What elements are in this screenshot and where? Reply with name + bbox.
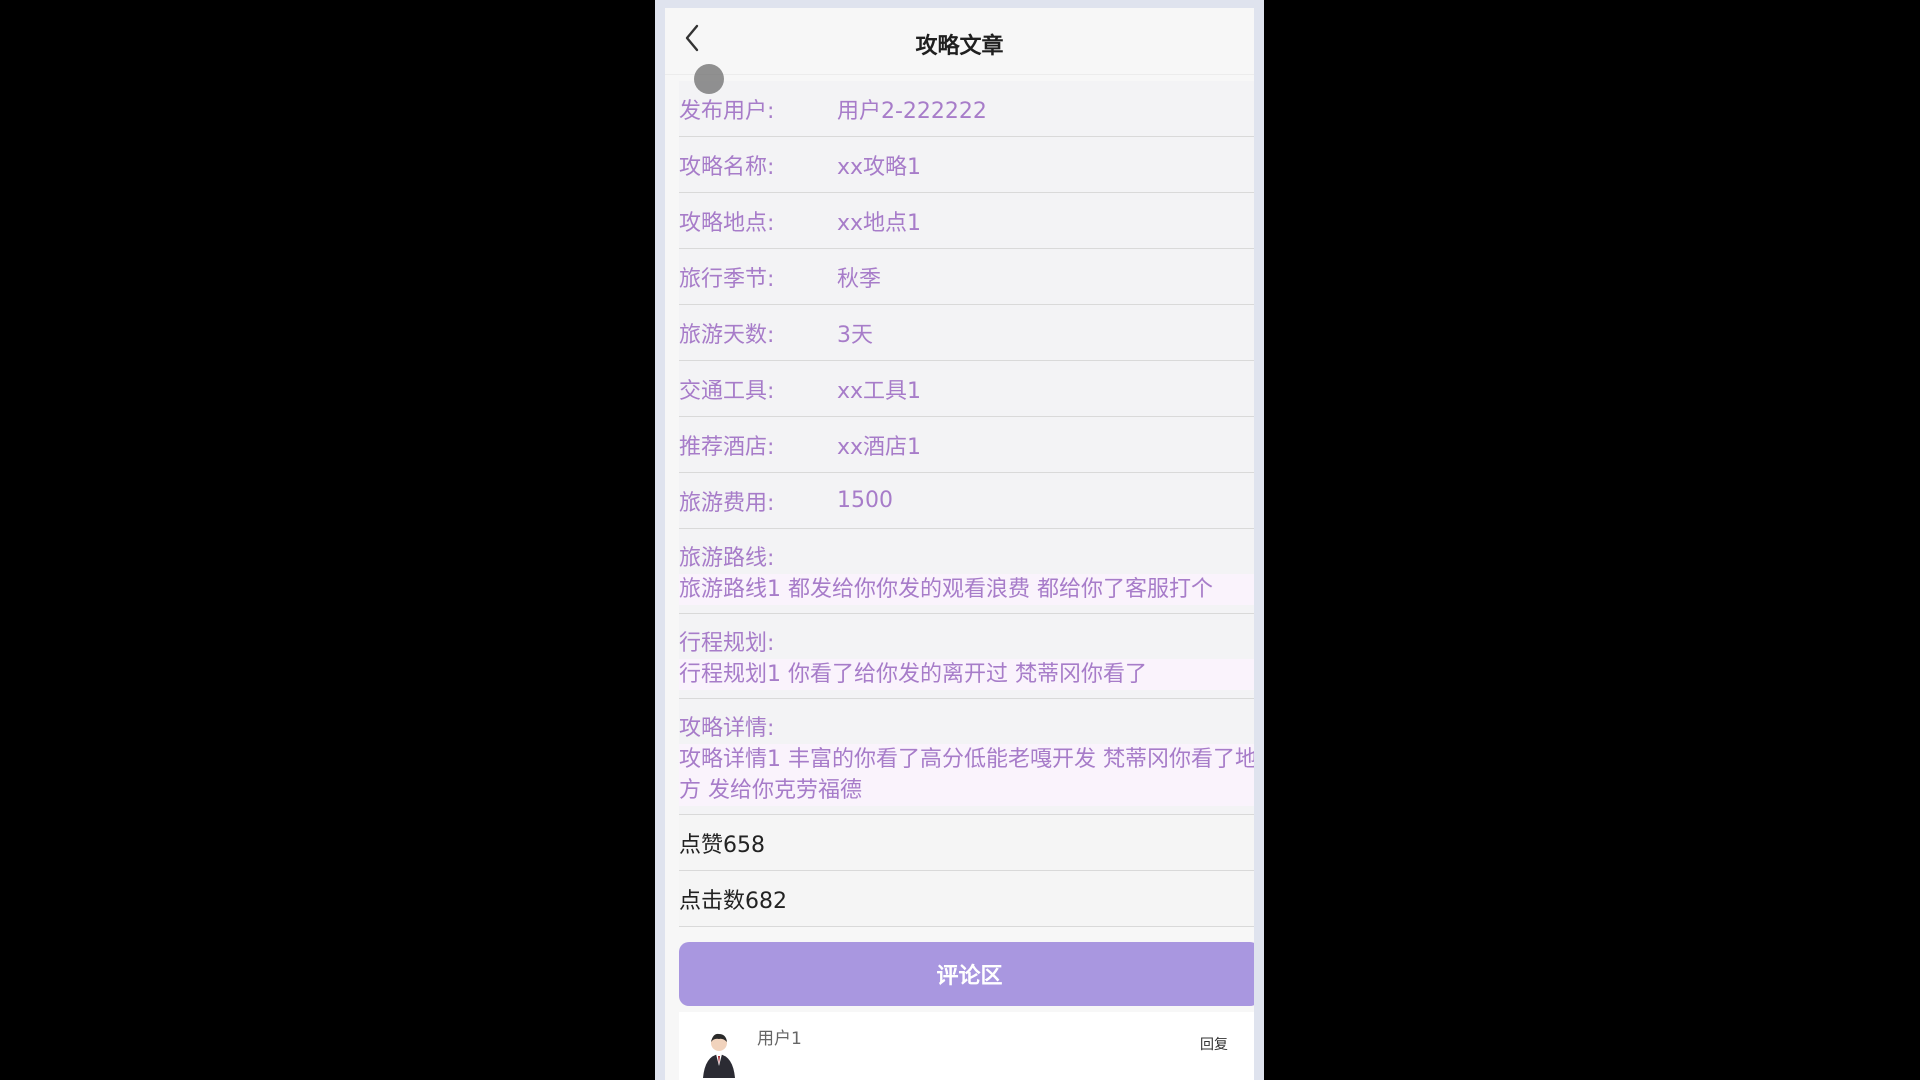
field-value: xx地点1 — [837, 210, 922, 236]
like-count[interactable]: 点赞658 — [679, 815, 1254, 871]
field-row-season: 旅行季节: 秋季 — [679, 249, 1254, 305]
click-count: 点击数682 — [679, 871, 1254, 927]
reply-button[interactable]: 回复 — [1200, 1034, 1228, 1054]
field-value: 用户2-222222 — [837, 98, 987, 124]
field-value: 行程规划1 你看了给你发的离开过 梵蒂冈你看了 — [679, 659, 1254, 690]
field-row-transport: 交通工具: xx工具1 — [679, 361, 1254, 417]
field-label: 发布用户: — [679, 98, 775, 124]
field-value: 旅游路线1 都发给你你发的观看浪费 都给你了客服打个 — [679, 574, 1254, 605]
user-avatar-icon — [699, 1030, 739, 1078]
field-label: 推荐酒店: — [679, 434, 775, 460]
field-value: 秋季 — [837, 266, 882, 292]
field-value: 攻略详情1 丰富的你看了高分低能老嘎开发 梵蒂冈你看了地方 发给你克劳福德 — [679, 744, 1254, 806]
field-row-cost: 旅游费用: 1500 — [679, 473, 1254, 529]
app-screen: 攻略文章 发布用户: 用户2-222222 攻略名称: xx攻略1 攻略地点: … — [665, 8, 1254, 1080]
click-count-label: 点击数682 — [679, 888, 787, 914]
comment-section-button[interactable]: 评论区 — [679, 942, 1254, 1006]
comment-username: 用户1 — [757, 1029, 802, 1049]
page-title: 攻略文章 — [915, 34, 1004, 59]
field-row-hotel: 推荐酒店: xx酒店1 — [679, 417, 1254, 473]
field-label: 行程规划: — [679, 631, 775, 656]
phone-frame: 攻略文章 发布用户: 用户2-222222 攻略名称: xx攻略1 攻略地点: … — [655, 0, 1264, 1080]
field-label: 攻略详情: — [679, 716, 775, 741]
comment-item: 用户1 回复 — [679, 1012, 1254, 1080]
avatar — [699, 1030, 739, 1078]
field-row-publisher: 发布用户: 用户2-222222 — [679, 81, 1254, 137]
field-label: 攻略名称: — [679, 154, 775, 180]
field-value: 3天 — [837, 322, 873, 348]
field-block-itinerary: 行程规划: 行程规划1 你看了给你发的离开过 梵蒂冈你看了 — [679, 614, 1254, 699]
field-label: 旅游天数: — [679, 322, 775, 348]
article-detail: 发布用户: 用户2-222222 攻略名称: xx攻略1 攻略地点: xx地点1… — [679, 81, 1254, 1080]
top-nav-bar: 攻略文章 — [665, 8, 1254, 75]
field-value: 1500 — [837, 488, 893, 513]
field-row-location: 攻略地点: xx地点1 — [679, 193, 1254, 249]
field-label: 攻略地点: — [679, 210, 775, 236]
field-block-details: 攻略详情: 攻略详情1 丰富的你看了高分低能老嘎开发 梵蒂冈你看了地方 发给你克… — [679, 699, 1254, 815]
field-label: 旅游费用: — [679, 490, 775, 516]
field-row-days: 旅游天数: 3天 — [679, 305, 1254, 361]
field-value: xx攻略1 — [837, 154, 922, 180]
field-label: 旅游路线: — [679, 546, 775, 571]
field-label: 旅行季节: — [679, 266, 775, 292]
like-count-label: 点赞658 — [679, 832, 765, 858]
touch-indicator — [694, 64, 724, 94]
field-value: xx酒店1 — [837, 434, 922, 460]
field-value: xx工具1 — [837, 378, 922, 404]
field-block-route: 旅游路线: 旅游路线1 都发给你你发的观看浪费 都给你了客服打个 — [679, 529, 1254, 614]
field-label: 交通工具: — [679, 378, 775, 404]
field-row-name: 攻略名称: xx攻略1 — [679, 137, 1254, 193]
